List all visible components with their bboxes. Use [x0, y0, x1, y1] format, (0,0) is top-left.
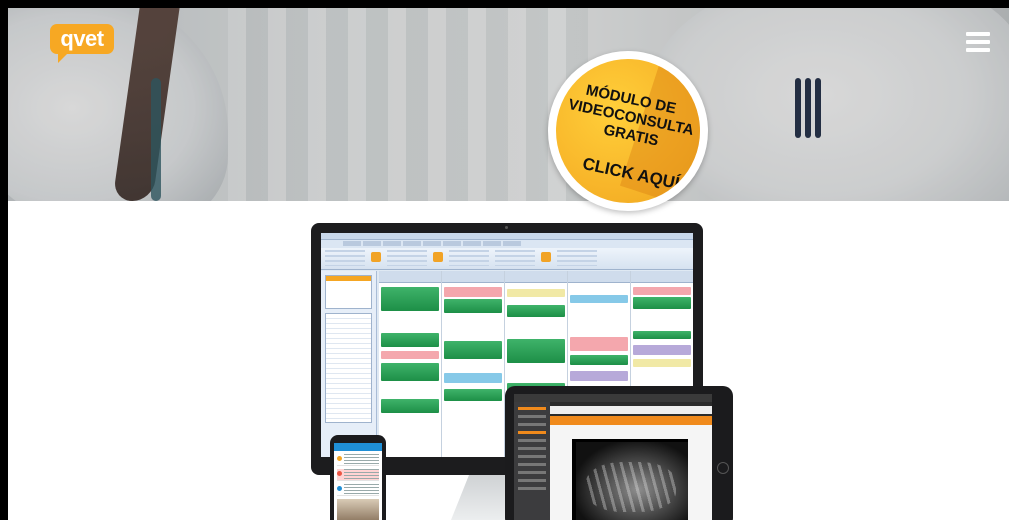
pet-photo — [337, 499, 379, 520]
phone-mockup — [330, 435, 386, 520]
logo-text: qvet — [60, 26, 104, 51]
hamburger-icon — [966, 32, 990, 36]
phone-app-header — [334, 443, 382, 451]
tablet-mockup — [505, 386, 733, 520]
videoconsulta-promo-badge[interactable]: MÓDULO DE VIDEOCONSULTA GRATIS CLICK AQU… — [548, 51, 708, 211]
tablet-app-sidebar — [514, 402, 550, 520]
monitor-camera — [505, 226, 508, 229]
tablet-app-toolbar — [550, 416, 712, 425]
app-sidebar — [321, 271, 377, 457]
logo-bubble-tail — [58, 51, 70, 63]
page: qvet MÓDULO DE VIDEOCONSULTA GRATIS CLIC… — [8, 8, 1009, 520]
xray-picture — [576, 442, 688, 520]
app-titlebar — [321, 233, 693, 240]
hero-banner: qvet — [8, 8, 1009, 201]
resource-tree — [325, 313, 372, 423]
hero-overlay — [8, 8, 1009, 201]
app-ribbon-tabs — [321, 240, 693, 248]
qvet-logo[interactable]: qvet — [50, 24, 114, 64]
tablet-screen — [514, 394, 712, 520]
hamburger-menu-button[interactable] — [966, 32, 990, 52]
mini-calendar — [325, 275, 372, 309]
app-ribbon — [321, 248, 693, 270]
phone-screen — [334, 443, 382, 520]
tablet-home-button — [717, 462, 729, 474]
badge-yellow-disc: MÓDULO DE VIDEOCONSULTA GRATIS CLICK AQU… — [556, 59, 700, 203]
